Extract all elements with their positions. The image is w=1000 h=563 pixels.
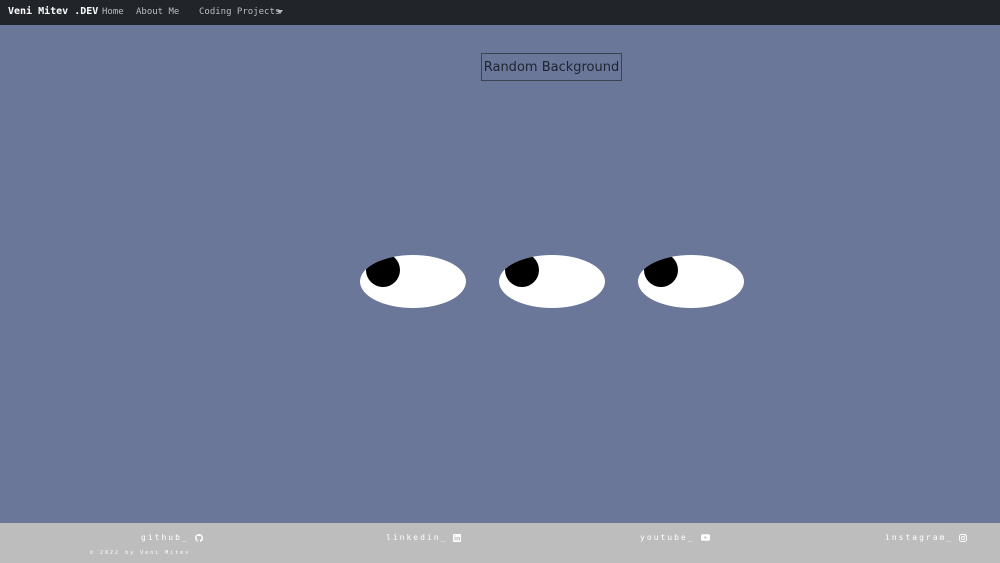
instagram-link[interactable]: instagram_: [885, 533, 968, 542]
youtube-label: youtube_: [640, 533, 695, 542]
copyright-text: © 2022 by Veni Mitev: [90, 550, 191, 556]
instagram-icon: [959, 533, 968, 542]
eye: [638, 255, 744, 308]
eye-pupil: [505, 255, 539, 287]
linkedin-link[interactable]: linkedin_: [386, 533, 462, 542]
navbar: Veni Mitev .DEV Home About Me Coding Pro…: [0, 0, 1000, 25]
youtube-icon: [700, 534, 710, 541]
github-link[interactable]: github_: [141, 533, 203, 542]
linkedin-label: linkedin_: [386, 533, 448, 542]
github-label: github_: [141, 533, 189, 542]
chevron-down-icon[interactable]: [277, 10, 283, 14]
youtube-link[interactable]: youtube_: [640, 533, 710, 542]
random-background-button[interactable]: Random Background: [481, 53, 622, 81]
github-icon: [194, 533, 203, 542]
eye-pupil: [366, 255, 400, 287]
nav-about-link[interactable]: About Me: [136, 7, 179, 17]
brand-link[interactable]: Veni Mitev .DEV: [8, 6, 98, 17]
eye-pupil: [644, 255, 678, 287]
eye: [499, 255, 605, 308]
nav-home-link[interactable]: Home: [102, 7, 124, 17]
instagram-label: instagram_: [885, 533, 954, 542]
nav-coding-projects-dropdown[interactable]: Coding Projects: [199, 7, 280, 17]
linkedin-icon: [453, 533, 462, 542]
footer: github_ linkedin_ youtube_ instagram_ © …: [0, 523, 1000, 563]
eye: [360, 255, 466, 308]
